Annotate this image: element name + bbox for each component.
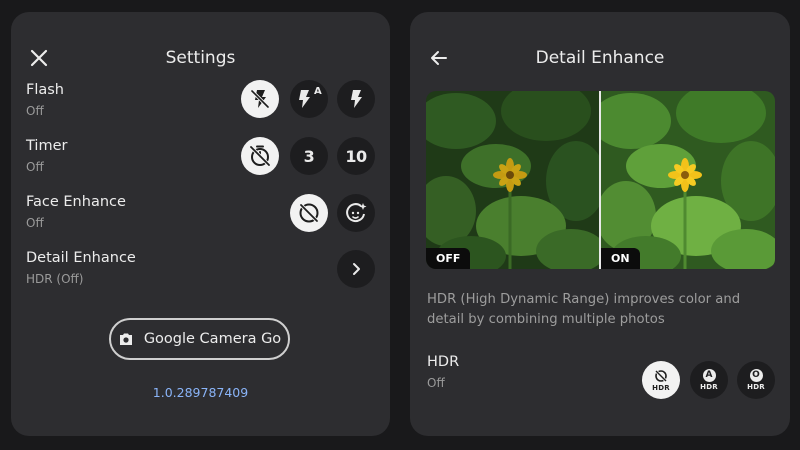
- flash-off-icon: [250, 89, 270, 109]
- flash-off-button[interactable]: [241, 80, 279, 118]
- hdr-description: HDR (High Dynamic Range) improves color …: [427, 292, 741, 327]
- detail-enhance-header: Detail Enhance: [410, 38, 790, 78]
- detail-enhance-value: HDR (Off): [26, 272, 84, 286]
- hdr-off-text: HDR: [652, 383, 670, 392]
- hdr-auto-text: HDR: [700, 383, 718, 391]
- face-enhance-off-button[interactable]: [290, 194, 328, 232]
- timer-3s-button[interactable]: 3: [290, 137, 328, 175]
- flash-value: Off: [26, 104, 44, 118]
- hdr-off-button[interactable]: HDR: [642, 361, 680, 399]
- detail-enhance-row[interactable]: Detail Enhance HDR (Off): [26, 250, 375, 294]
- hdr-off-preview: [426, 91, 599, 269]
- flash-auto-button[interactable]: A: [290, 80, 328, 118]
- timer-value: Off: [26, 160, 44, 174]
- on-tag: ON: [601, 248, 640, 269]
- settings-panel: Settings Flash Off A Timer Off 3 10 Face…: [11, 12, 390, 436]
- face-enhance-on-button[interactable]: [337, 194, 375, 232]
- detail-enhance-panel: Detail Enhance OFF ON HDR (High Dynamic …: [410, 12, 790, 436]
- face-enhance-icon: [346, 203, 367, 223]
- off-tag: OFF: [426, 248, 471, 269]
- flash-on-icon: [351, 90, 362, 108]
- timer-off-button[interactable]: [241, 137, 279, 175]
- version-text: 1.0.289787409: [152, 385, 249, 400]
- google-camera-go-button[interactable]: Google Camera Go: [109, 318, 290, 360]
- hdr-value: Off: [427, 376, 445, 390]
- page-title: Settings: [165, 48, 236, 68]
- detail-enhance-label: Detail Enhance: [26, 250, 136, 266]
- flash-label: Flash: [26, 82, 64, 98]
- timer-10s-button[interactable]: 10: [337, 137, 375, 175]
- hdr-on-preview: [601, 91, 775, 269]
- google-camera-go-label: Google Camera Go: [143, 331, 282, 347]
- detail-enhance-title: Detail Enhance: [535, 48, 665, 68]
- face-enhance-off-icon: [299, 203, 319, 223]
- camera-icon: [119, 333, 132, 345]
- timer-3s-label: 3: [303, 146, 315, 166]
- face-enhance-label: Face Enhance: [26, 194, 126, 210]
- hdr-on-glyph: O: [749, 369, 763, 382]
- hdr-auto-glyph: A: [702, 369, 716, 382]
- hdr-auto-button[interactable]: A HDR: [690, 361, 728, 399]
- flash-auto-glyph: A: [314, 86, 322, 97]
- settings-header: Settings: [11, 38, 390, 78]
- timer-label: Timer: [26, 138, 68, 154]
- hdr-off-icon: [654, 369, 668, 382]
- hdr-label: HDR: [427, 354, 460, 370]
- timer-10s-label: 10: [345, 146, 367, 166]
- hdr-on-button[interactable]: O HDR: [737, 361, 775, 399]
- timer-off-icon: [249, 145, 271, 167]
- detail-enhance-open-button[interactable]: [337, 250, 375, 288]
- hdr-comparison-image: OFF ON: [426, 91, 775, 269]
- flash-on-button[interactable]: [337, 80, 375, 118]
- hdr-on-text: HDR: [747, 383, 765, 391]
- chevron-right-icon: [353, 263, 360, 275]
- face-enhance-value: Off: [26, 216, 44, 230]
